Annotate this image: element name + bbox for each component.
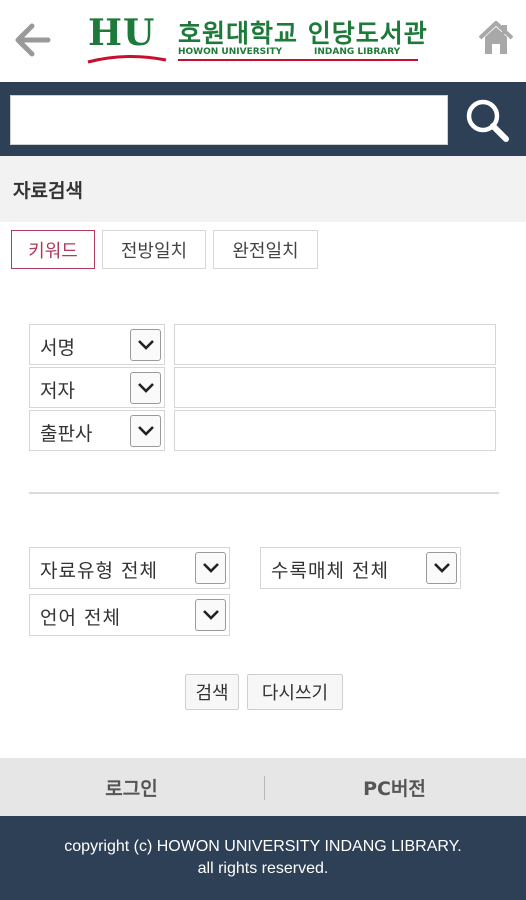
back-button[interactable] [10, 20, 54, 60]
material-type-select[interactable]: 자료유형 전체 [29, 547, 230, 589]
media-type-select[interactable]: 수록매체 전체 [260, 547, 461, 589]
search-button[interactable] [458, 92, 516, 148]
home-button[interactable] [476, 18, 516, 58]
field-select-title[interactable]: 서명 [29, 324, 165, 365]
section-header: 자료검색 [0, 156, 526, 222]
field-input-publisher[interactable] [174, 410, 496, 451]
field-select-label: 저자 [40, 380, 75, 402]
chevron-down-icon [130, 415, 161, 447]
search-submit-button[interactable]: 검색 [185, 674, 239, 710]
field-row-title: 서명 [29, 324, 497, 366]
logo-title: 호원대학교 인당도서관 [178, 19, 428, 48]
logo-subtitle-left: HOWON UNIVERSITY [178, 47, 283, 57]
home-icon [478, 21, 514, 54]
footer-nav: 로그인 PC버전 [0, 758, 526, 816]
tab-prefix-match[interactable]: 전방일치 [102, 230, 206, 269]
field-row-author: 저자 [29, 367, 497, 409]
divider [29, 492, 499, 494]
search-bar [0, 82, 526, 156]
field-select-author[interactable]: 저자 [29, 367, 165, 408]
field-select-label: 서명 [40, 337, 75, 359]
library-logo[interactable]: HU 호원대학교 인당도서관 HOWON UNIVERSITY INDANG L… [86, 10, 446, 70]
chevron-down-icon [195, 599, 226, 631]
chevron-down-icon [426, 552, 457, 584]
arrow-left-icon [15, 23, 51, 57]
field-row-publisher: 출판사 [29, 410, 497, 452]
chevron-down-icon [130, 372, 161, 404]
search-icon [466, 99, 509, 142]
field-select-label: 출판사 [40, 423, 93, 445]
copyright-text: copyright (c) HOWON UNIVERSITY INDANG LI… [64, 838, 462, 855]
app-header: HU 호원대학교 인당도서관 HOWON UNIVERSITY INDANG L… [0, 0, 526, 82]
login-link[interactable]: 로그인 [0, 758, 263, 816]
tab-keyword[interactable]: 키워드 [11, 230, 95, 269]
field-select-publisher[interactable]: 출판사 [29, 410, 165, 451]
logo-subtitle-right: INDANG LIBRARY [314, 47, 401, 57]
language-label: 언어 전체 [40, 607, 121, 629]
copyright-footer: copyright (c) HOWON UNIVERSITY INDANG LI… [0, 816, 526, 900]
page-title: 자료검색 [13, 180, 83, 202]
pc-version-link[interactable]: PC버전 [263, 758, 526, 816]
search-input[interactable] [10, 95, 448, 145]
media-type-label: 수록매체 전체 [271, 560, 389, 582]
tab-exact-match[interactable]: 완전일치 [213, 230, 318, 269]
language-select[interactable]: 언어 전체 [29, 594, 230, 636]
logo-mark: HU [88, 12, 156, 54]
logo-underline [178, 59, 418, 61]
reset-button[interactable]: 다시쓰기 [247, 674, 343, 710]
field-input-author[interactable] [174, 367, 496, 408]
field-input-title[interactable] [174, 324, 496, 365]
material-type-label: 자료유형 전체 [40, 560, 158, 582]
chevron-down-icon [195, 552, 226, 584]
chevron-down-icon [130, 329, 161, 361]
rights-text: all rights reserved. [197, 860, 329, 877]
logo-swoosh-icon [87, 54, 167, 64]
